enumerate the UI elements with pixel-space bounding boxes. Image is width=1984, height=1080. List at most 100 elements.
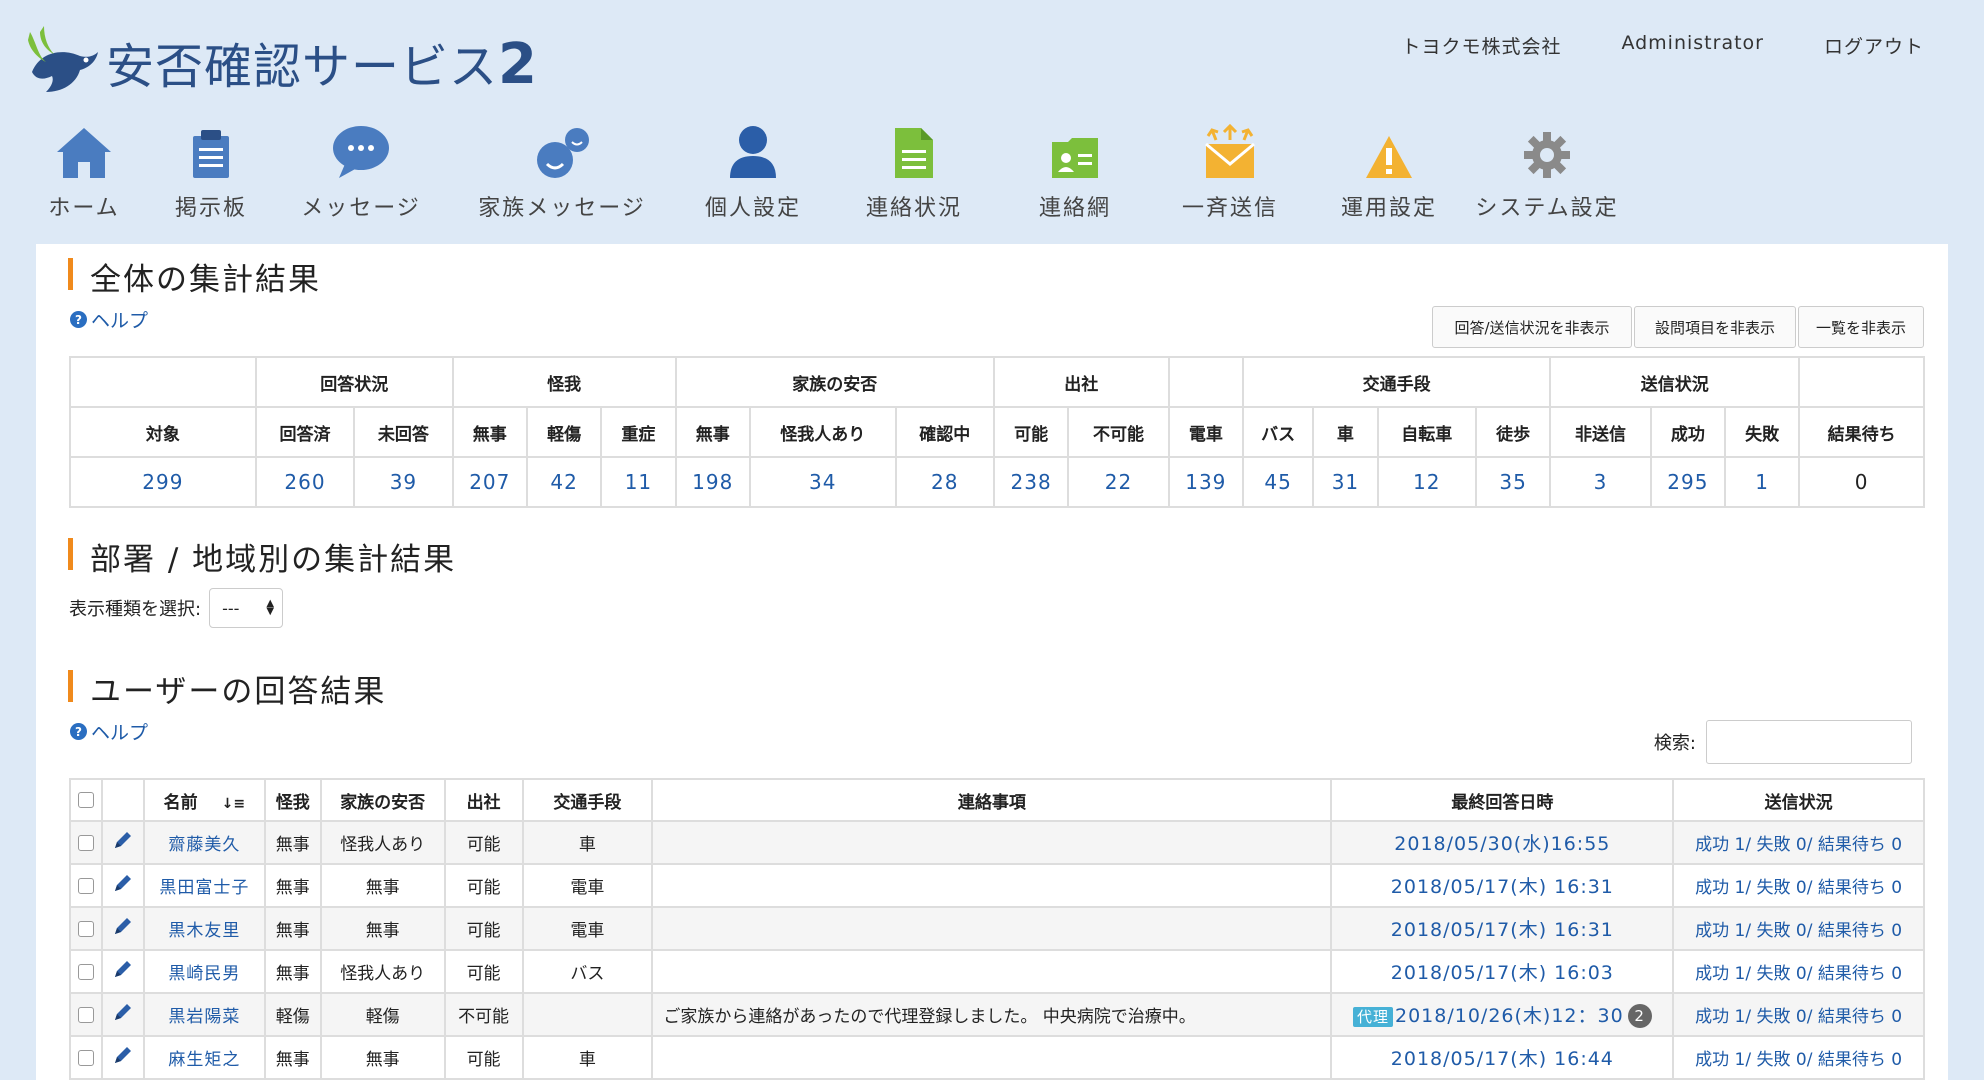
nav-contact-network[interactable]: 連絡網 <box>985 118 1165 222</box>
col-header: 電車 <box>1167 406 1244 458</box>
row-checkbox[interactable] <box>77 834 94 851</box>
cell-family: 無事 <box>319 863 446 908</box>
answer-date-link[interactable]: 2018/05/17(木) 16:44 <box>1330 1035 1675 1080</box>
summary-value-link[interactable]: 39 <box>353 456 454 508</box>
hide-questions-button[interactable]: 設問項目を非表示 <box>1634 306 1796 348</box>
user-name-link[interactable]: 齋藤美久 <box>142 820 266 865</box>
summary-value-link[interactable]: 299 <box>69 456 257 508</box>
row-checkbox[interactable] <box>77 1006 94 1023</box>
table-row: 黒崎民男 無事 怪我人あり 可能 バス 2018/05/17(木) 16:03 … <box>69 949 1925 994</box>
top-links: トヨクモ株式会社 Administrator ログアウト <box>1401 32 1924 59</box>
summary-value-link[interactable]: 42 <box>525 456 603 508</box>
summary-value-link[interactable]: 207 <box>451 456 528 508</box>
send-status-link[interactable]: 成功 1/ 失敗 0/ 結果待ち 0 <box>1672 992 1925 1037</box>
row-checkbox[interactable] <box>77 1049 94 1066</box>
cell-injury: 無事 <box>263 906 322 951</box>
col-transport-header: 交通手段 <box>521 778 654 822</box>
cell-office: 可能 <box>443 949 524 994</box>
speech-bubble-icon <box>333 126 389 178</box>
col-family-header: 家族の安否 <box>319 778 446 822</box>
user-name-link[interactable]: 黒崎民男 <box>142 949 266 994</box>
app-logo[interactable]: 安否確認サービス2 <box>22 22 538 102</box>
cell-note <box>651 949 1333 994</box>
summary-value-link[interactable]: 34 <box>748 456 897 508</box>
send-status-link[interactable]: 成功 1/ 失敗 0/ 結果待ち 0 <box>1672 906 1925 951</box>
summary-value-link[interactable]: 1 <box>1724 456 1801 508</box>
nav-contact-status[interactable]: 連絡状況 <box>824 118 1004 222</box>
send-status-link[interactable]: 成功 1/ 失敗 0/ 結果待ち 0 <box>1672 949 1925 994</box>
search-input[interactable] <box>1706 720 1912 764</box>
answer-date-link[interactable]: 2018/05/17(木) 16:31 <box>1330 863 1675 908</box>
sort-icon[interactable]: ↓≡ <box>222 796 245 812</box>
summary-value-link[interactable]: 31 <box>1312 456 1379 508</box>
summary-value-link[interactable]: 295 <box>1649 456 1727 508</box>
user-link[interactable]: Administrator <box>1621 32 1764 59</box>
nav-broadcast[interactable]: 一斉送信 <box>1140 118 1320 222</box>
summary-value-link[interactable]: 238 <box>992 456 1070 508</box>
summary-value-link[interactable]: 3 <box>1549 456 1652 508</box>
user-name-link[interactable]: 黒田富士子 <box>142 863 266 908</box>
users-help-link[interactable]: ? ヘルプ <box>70 718 148 745</box>
edit-pencil-icon[interactable] <box>112 872 134 894</box>
nav-personal-settings[interactable]: 個人設定 <box>663 118 843 222</box>
nav-family-message[interactable]: 家族メッセージ <box>472 118 652 222</box>
nav-system-settings[interactable]: システム設定 <box>1457 118 1637 222</box>
col-header: 回答済 <box>254 406 356 458</box>
dept-select-row: 表示種類を選択: --- ▲ ▼ <box>69 588 284 628</box>
cell-note: ご家族から連絡があったので代理登録しました。 中央病院で治療中。 <box>651 992 1333 1037</box>
cell-family: 無事 <box>319 1035 446 1080</box>
send-status-link[interactable]: 成功 1/ 失敗 0/ 結果待ち 0 <box>1672 863 1925 908</box>
answer-date-link[interactable]: 2018/05/17(木) 16:03 <box>1330 949 1675 994</box>
summary-help-link[interactable]: ? ヘルプ <box>70 306 148 333</box>
user-name-link[interactable]: 黒木友里 <box>142 906 266 951</box>
col-status-header: 送信状況 <box>1672 778 1925 822</box>
logout-link[interactable]: ログアウト <box>1824 32 1924 59</box>
summary-value-link[interactable]: 22 <box>1067 456 1170 508</box>
summary-value-link[interactable]: 35 <box>1474 456 1552 508</box>
company-link[interactable]: トヨクモ株式会社 <box>1401 32 1561 59</box>
cell-transport: 車 <box>521 1035 654 1080</box>
summary-title: 全体の集計結果 <box>68 254 321 299</box>
row-checkbox[interactable] <box>77 877 94 894</box>
broadcast-mail-icon <box>1205 124 1255 178</box>
select-all-checkbox[interactable] <box>77 792 94 808</box>
nav-message[interactable]: メッセージ <box>271 118 451 222</box>
edit-pencil-icon[interactable] <box>112 915 134 937</box>
edit-pencil-icon[interactable] <box>112 1044 134 1066</box>
cell-office: 可能 <box>443 1035 524 1080</box>
hide-list-button[interactable]: 一覧を非表示 <box>1798 306 1924 348</box>
summary-value-link[interactable]: 45 <box>1241 456 1315 508</box>
cell-injury: 軽傷 <box>263 992 322 1037</box>
col-header: 失敗 <box>1724 406 1801 458</box>
summary-value-link[interactable]: 11 <box>600 456 677 508</box>
send-status-link[interactable]: 成功 1/ 失敗 0/ 結果待ち 0 <box>1672 820 1925 865</box>
summary-value-link[interactable]: 139 <box>1167 456 1244 508</box>
summary-value-link[interactable]: 260 <box>254 456 356 508</box>
edit-pencil-icon[interactable] <box>112 1001 134 1023</box>
cell-transport: 電車 <box>521 863 654 908</box>
hide-answer-status-button[interactable]: 回答/送信状況を非表示 <box>1432 306 1632 348</box>
edit-pencil-icon[interactable] <box>112 829 134 851</box>
summary-value-link[interactable]: 198 <box>674 456 751 508</box>
summary-value-row: 299 260 39 207 42 11 198 34 28 238 22 13… <box>69 456 1925 508</box>
answer-date-link[interactable]: 2018/05/30(水)16:55 <box>1330 820 1675 865</box>
row-checkbox[interactable] <box>77 963 94 980</box>
row-checkbox[interactable] <box>77 920 94 937</box>
table-row: 黒岩陽菜 軽傷 軽傷 不可能 ご家族から連絡があったので代理登録しました。 中央… <box>69 992 1925 1037</box>
nav-operation-settings[interactable]: 運用設定 <box>1299 118 1479 222</box>
col-header: バス <box>1241 406 1315 458</box>
answer-date-link[interactable]: 2018/05/17(木) 16:31 <box>1330 906 1675 951</box>
send-status-link[interactable]: 成功 1/ 失敗 0/ 結果待ち 0 <box>1672 1035 1925 1080</box>
dept-type-select[interactable]: --- ▲ ▼ <box>209 588 284 628</box>
col-name-header[interactable]: 名前 ↓≡ <box>142 778 266 822</box>
col-header: 自転車 <box>1376 406 1477 458</box>
group-office: 出社 <box>992 356 1170 408</box>
user-name-link[interactable]: 黒岩陽菜 <box>142 992 266 1037</box>
summary-value-link[interactable]: 28 <box>894 456 995 508</box>
summary-value-link[interactable]: 12 <box>1376 456 1477 508</box>
edit-pencil-icon[interactable] <box>112 958 134 980</box>
answer-date-link[interactable]: 代理 2018/10/26(木)12：30 2 <box>1330 992 1675 1037</box>
user-name-link[interactable]: 麻生矩之 <box>142 1035 266 1080</box>
col-header: 車 <box>1312 406 1379 458</box>
answer-date-text: 2018/10/26(木)12：30 <box>1395 1004 1624 1027</box>
